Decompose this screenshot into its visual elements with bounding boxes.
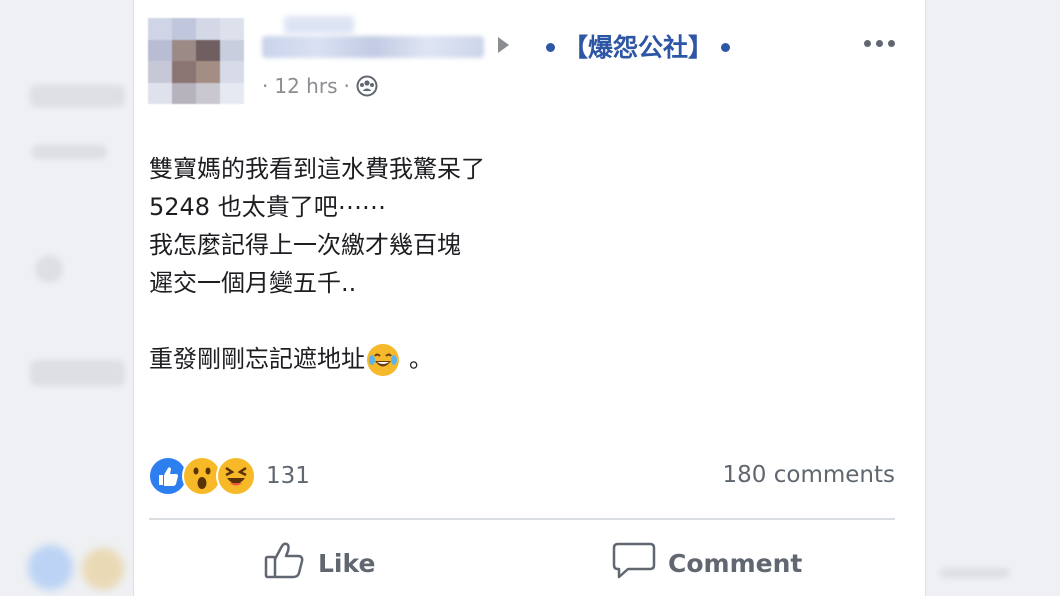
post-line: 我怎麼記得上一次繳才幾百塊 bbox=[149, 231, 461, 259]
arrow-right-icon bbox=[498, 37, 509, 53]
avatar[interactable] bbox=[148, 18, 244, 104]
post-line: 雙寶媽的我看到這水費我驚呆了 bbox=[149, 155, 485, 183]
background-blur bbox=[28, 545, 73, 590]
comments-count-link[interactable]: 180 comments bbox=[723, 462, 895, 488]
post-line-last: 重發剛剛忘記遮地址 。 bbox=[149, 340, 485, 378]
dot-icon bbox=[721, 43, 731, 52]
like-button[interactable]: Like bbox=[264, 540, 375, 586]
group-name-label: 【爆怨公社】 bbox=[563, 33, 714, 62]
background-blur bbox=[30, 85, 125, 107]
post-line: 遲交一個月變五千.. bbox=[149, 269, 357, 297]
more-options-icon[interactable] bbox=[864, 40, 895, 47]
post-line bbox=[149, 302, 485, 340]
post-card: 【爆怨公社】 · 12 hrs · 雙寶媽的我看到這水費我驚呆了 5248 也太… bbox=[133, 0, 926, 596]
post-meta: · 12 hrs · bbox=[262, 74, 378, 98]
dot-icon bbox=[546, 43, 555, 52]
background-blur bbox=[30, 360, 125, 386]
post-trailing: 。 bbox=[409, 345, 433, 373]
group-name-link[interactable]: 【爆怨公社】 bbox=[538, 28, 738, 64]
background-blur bbox=[35, 255, 63, 283]
divider bbox=[149, 518, 895, 520]
comment-button[interactable]: Comment bbox=[612, 540, 802, 586]
comment-button-label: Comment bbox=[668, 548, 803, 578]
author-name-blurred[interactable] bbox=[262, 36, 484, 58]
meta-separator: · bbox=[343, 74, 350, 98]
haha-reaction-icon bbox=[216, 456, 256, 496]
reactions-summary[interactable]: 131 bbox=[148, 456, 310, 496]
author-name-blurred bbox=[284, 16, 354, 34]
thumbs-up-icon bbox=[264, 540, 306, 586]
post-line: 5248 也太貴了吧⋯⋯ bbox=[149, 193, 386, 221]
audience-icon[interactable] bbox=[356, 75, 378, 97]
reaction-count: 131 bbox=[266, 463, 310, 489]
laughing-tears-emoji bbox=[367, 344, 399, 376]
meta-separator: · bbox=[262, 74, 269, 98]
background-blur bbox=[32, 145, 107, 159]
post-body: 雙寶媽的我看到這水費我驚呆了 5248 也太貴了吧⋯⋯ 我怎麼記得上一次繳才幾百… bbox=[149, 150, 485, 378]
background-blur bbox=[82, 548, 124, 590]
background-blur bbox=[940, 568, 1010, 578]
post-line: 重發剛剛忘記遮地址 bbox=[149, 345, 365, 373]
timestamp[interactable]: 12 hrs bbox=[274, 74, 337, 98]
comment-bubble-icon bbox=[612, 540, 656, 586]
like-button-label: Like bbox=[318, 548, 376, 578]
